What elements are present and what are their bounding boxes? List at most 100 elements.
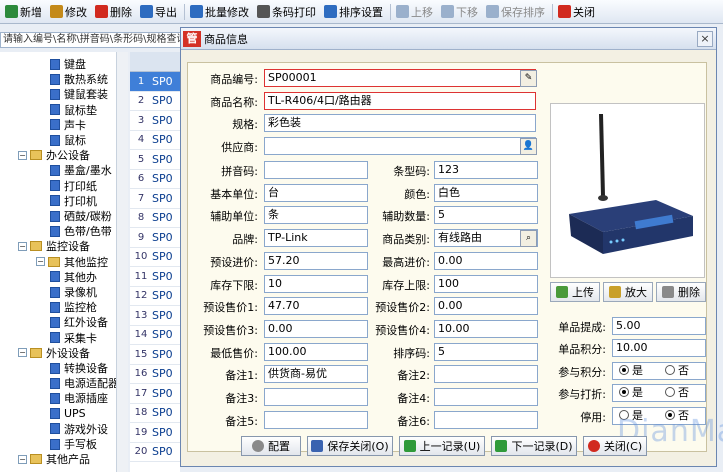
table-row[interactable]: 3 SP0 [130, 111, 180, 131]
table-row[interactable]: 4 SP0 [130, 131, 180, 150]
select-category-icon[interactable]: ⌕ [520, 230, 537, 248]
tree-node[interactable]: − 其他监控 [36, 254, 108, 270]
aux_unit-field[interactable]: 条 [264, 206, 368, 225]
zoom-photo-button[interactable]: 放大 [603, 282, 653, 302]
table-row[interactable]: 13 SP0 [130, 306, 180, 326]
table-row[interactable]: 11 SP0 [130, 267, 180, 287]
price3-field[interactable]: 0.00 [264, 319, 368, 338]
toolbar-plus-button[interactable]: 新增 [2, 2, 45, 22]
table-row[interactable]: 17 SP0 [130, 384, 180, 404]
close-dialog-button[interactable]: 关闭(C) [583, 436, 647, 456]
price2-field[interactable]: 0.00 [434, 297, 538, 316]
commission-field[interactable]: 5.00 [612, 317, 706, 335]
note1-field[interactable]: 供货商-易优 [264, 365, 368, 384]
save-close-button[interactable]: 保存关闭(O) [307, 436, 393, 456]
table-row[interactable]: 12 SP0 [130, 287, 180, 306]
supplier-field[interactable] [264, 137, 536, 155]
stock_min-field[interactable]: 10 [264, 274, 368, 293]
radio-option-yes[interactable]: 是 [619, 363, 643, 379]
tree-node[interactable]: 散热系统 [50, 71, 108, 87]
preset_buy-field[interactable]: 57.20 [264, 251, 368, 270]
unit-field[interactable]: 台 [264, 183, 368, 202]
toolbar-sort-settings-button[interactable]: 排序设置 [321, 2, 386, 22]
tree-node[interactable]: 墨盒/墨水 [50, 162, 112, 178]
toolbar-move-up-button[interactable]: 上移 [393, 2, 436, 22]
tree-node[interactable]: 监控枪 [50, 299, 97, 315]
table-row[interactable]: 7 SP0 [130, 189, 180, 209]
tree-node[interactable]: UPS [50, 406, 86, 422]
tree-node[interactable]: − 其他产品 [18, 451, 90, 467]
table-row[interactable]: 2 SP0 [130, 92, 180, 111]
tree-node[interactable]: 电源适配器 [50, 375, 119, 391]
radio-option-yes[interactable]: 是 [619, 385, 643, 401]
toolbar-close-button[interactable]: 关闭 [555, 2, 598, 22]
table-row[interactable]: 16 SP0 [130, 365, 180, 384]
barcode-field[interactable]: 123 [434, 161, 538, 179]
toolbar-barcode-print-button[interactable]: 条码打印 [254, 2, 319, 22]
radio-button-icon[interactable] [619, 365, 629, 375]
tree-node[interactable]: 声卡 [50, 117, 86, 133]
collapse-icon[interactable]: − [18, 241, 27, 251]
table-row[interactable]: 14 SP0 [130, 326, 180, 345]
price1-field[interactable]: 47.70 [264, 297, 368, 316]
toolbar-save-sort-button[interactable]: 保存排序 [483, 2, 548, 22]
prev-record-button[interactable]: 上一记录(U) [399, 436, 485, 456]
radio-button-icon[interactable] [665, 387, 675, 397]
radio-button-icon[interactable] [665, 365, 675, 375]
next-record-button[interactable]: 下一记录(D) [491, 436, 577, 456]
radio-option-no[interactable]: 否 [665, 363, 689, 379]
tree-node[interactable]: 游戏外设 [50, 421, 108, 437]
select-supplier-icon[interactable]: 👤 [520, 138, 537, 155]
tree-node[interactable]: 录像机 [50, 284, 97, 300]
tree-node[interactable]: 鼠标 [50, 132, 86, 148]
tree-node[interactable]: 色带/色带 [50, 223, 112, 239]
min_price-field[interactable]: 100.00 [264, 342, 368, 361]
toolbar-edit-button[interactable]: 修改 [47, 2, 90, 22]
tree-node[interactable]: 打印纸 [50, 178, 97, 194]
table-row[interactable]: 5 SP0 [130, 150, 180, 170]
table-row[interactable]: 19 SP0 [130, 423, 180, 443]
config-button[interactable]: 配置 [241, 436, 301, 456]
tree-node[interactable]: 采集卡 [50, 330, 97, 346]
toolbar-move-down-button[interactable]: 下移 [438, 2, 481, 22]
table-row[interactable]: 9 SP0 [130, 228, 180, 248]
tree-node[interactable]: − 监控设备 [18, 238, 90, 254]
tree-scrollbar[interactable] [116, 52, 128, 472]
note3-field[interactable] [264, 388, 368, 406]
dialog-close-icon[interactable]: × [697, 31, 713, 47]
collapse-icon[interactable]: − [36, 257, 45, 267]
collapse-icon[interactable]: − [18, 348, 27, 358]
color-field[interactable]: 白色 [434, 183, 538, 202]
product-code-field[interactable]: SP00001 [264, 69, 536, 87]
collapse-icon[interactable]: − [18, 150, 27, 160]
tree-node[interactable]: 手写板 [50, 436, 97, 452]
table-row[interactable]: 15 SP0 [130, 345, 180, 365]
product-name-field[interactable]: TL-R406/4口/路由器 [264, 92, 536, 110]
radio-option-no[interactable]: 否 [665, 385, 689, 401]
tree-node[interactable]: 转换设备 [50, 360, 108, 376]
table-row[interactable]: 20 SP0 [130, 443, 180, 462]
tree-node[interactable]: − 办公设备 [18, 147, 90, 163]
table-row[interactable]: 8 SP0 [130, 209, 180, 228]
tree-node[interactable]: 电源插座 [50, 390, 108, 406]
pinyin-field[interactable] [264, 161, 368, 179]
spec-field[interactable]: 彩色装 [264, 114, 536, 132]
sort-field[interactable]: 5 [434, 342, 538, 361]
table-row[interactable]: 18 SP0 [130, 404, 180, 423]
price4-field[interactable]: 10.00 [434, 319, 538, 338]
tree-node[interactable]: 鼠标垫 [50, 102, 97, 118]
aux_qty-field[interactable]: 5 [434, 206, 538, 225]
note4-field[interactable] [434, 388, 538, 406]
note5-field[interactable] [264, 410, 368, 429]
tree-node[interactable]: 键盘 [50, 56, 86, 72]
brand-field[interactable]: TP-Link [264, 229, 368, 248]
note6-field[interactable] [434, 410, 538, 429]
tree-node[interactable]: 其他办 [50, 269, 97, 285]
table-row[interactable]: 6 SP0 [130, 170, 180, 189]
max_buy-field[interactable]: 0.00 [434, 251, 538, 270]
upload-photo-button[interactable]: 上传 [550, 282, 600, 302]
radio-button-icon[interactable] [619, 387, 629, 397]
table-row[interactable]: 1 SP0 [130, 72, 180, 92]
toolbar-export-button[interactable]: 导出 [137, 2, 180, 22]
tree-node[interactable]: 硒鼓/碳粉 [50, 208, 112, 224]
